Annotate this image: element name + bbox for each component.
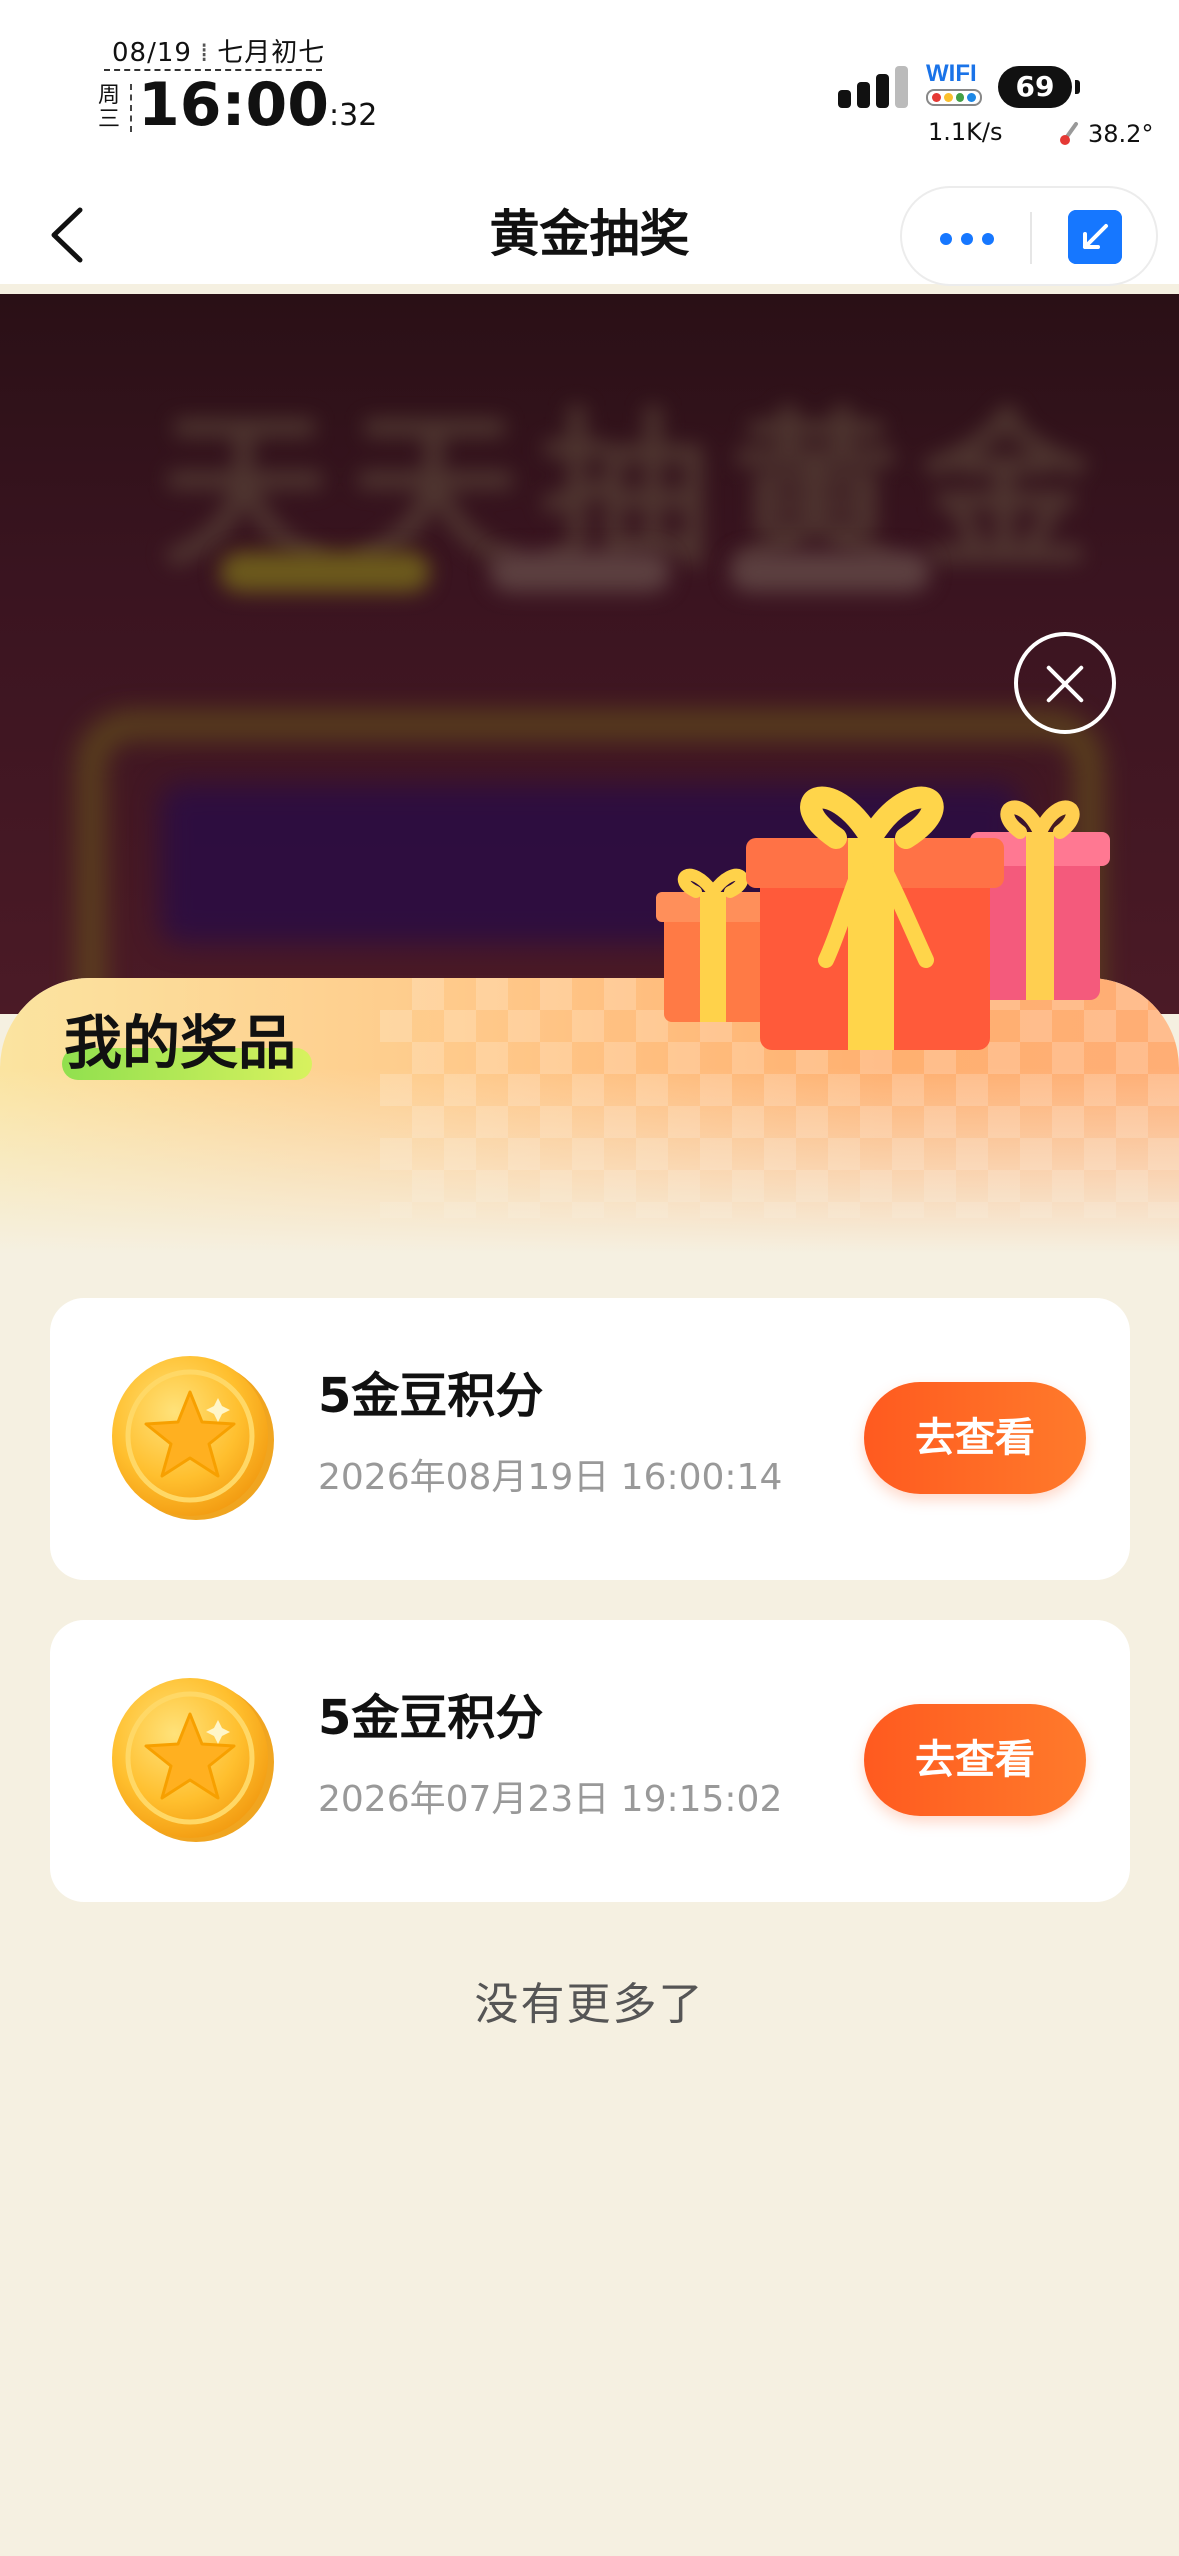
gold-coin-icon: [112, 1356, 274, 1520]
cell-signal-icon: [838, 66, 910, 108]
close-button[interactable]: [1014, 632, 1116, 734]
net-speed: 1.1K/s: [928, 118, 1003, 146]
gold-coin-icon: [112, 1678, 274, 1842]
wifi-label: WIFI: [926, 60, 977, 87]
my-prizes-sheet: 我的奖品 5金豆积分 2026年08月19日 16:00:14 去查看 5金豆积…: [0, 978, 1179, 2556]
time-divider: [130, 84, 132, 132]
minimize-icon[interactable]: [1068, 210, 1122, 264]
thermometer-icon: [1060, 122, 1078, 145]
more-options-icon[interactable]: [932, 218, 1002, 258]
status-date: 08/19 ⁞ 七月初七: [112, 38, 326, 68]
nav-bar: 黄金抽奖: [0, 170, 1179, 286]
gift-boxes-icon: [656, 786, 1110, 1050]
wifi-icon: WIFI: [926, 62, 986, 106]
clock-seconds: :32: [329, 98, 378, 133]
view-prize-button[interactable]: 去查看: [864, 1704, 1086, 1816]
temperature: 38.2°: [1088, 120, 1154, 148]
sheet-title: 我的奖品: [64, 1009, 297, 1077]
mini-program-capsule: [900, 186, 1158, 286]
weekday-text: 周三: [97, 83, 120, 132]
status-bar: 08/19 ⁞ 七月初七 周三 16:00:32 WIFI 69 1.1K/s 38…: [0, 0, 1179, 180]
prize-time: 2026年08月19日 16:00:14: [318, 1457, 783, 1498]
lunar-date-text: 七月初七: [217, 38, 326, 68]
prize-time: 2026年07月23日 19:15:02: [318, 1779, 783, 1820]
battery-indicator: 69: [998, 66, 1072, 108]
battery-tip: [1075, 80, 1080, 94]
date-text: 08/19: [112, 38, 192, 68]
clock-time: 16:00: [138, 70, 329, 140]
prize-name: 5金豆积分: [318, 1368, 544, 1424]
no-more-text: 没有更多了: [474, 1979, 705, 2030]
prize-card: 5金豆积分 2026年08月19日 16:00:14 去查看: [50, 1298, 1130, 1580]
clock: 16:00:32: [138, 70, 377, 140]
prize-card: 5金豆积分 2026年07月23日 19:15:02 去查看: [50, 1620, 1130, 1902]
prize-name: 5金豆积分: [318, 1690, 544, 1746]
capsule-divider: [1030, 212, 1032, 264]
view-prize-button[interactable]: 去查看: [864, 1382, 1086, 1494]
